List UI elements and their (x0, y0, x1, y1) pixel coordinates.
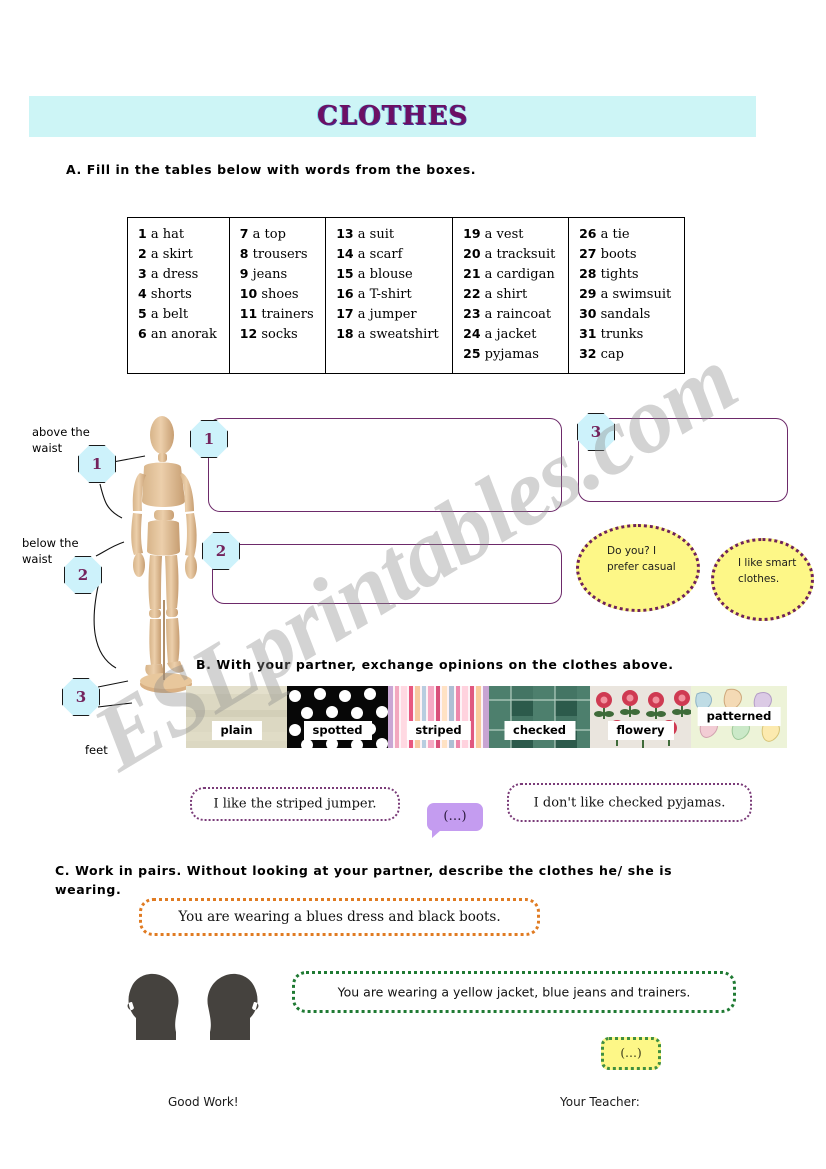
word-item: 23 a raincoat (463, 305, 552, 322)
fabric-pattern-strip: plain spotted striped checked flowery pa… (186, 686, 787, 748)
swatch-flowery: flowery (590, 686, 691, 748)
word-item: 28 tights (579, 265, 639, 282)
word-item: 21 a cardigan (463, 265, 555, 282)
answer-box-1[interactable] (208, 418, 562, 512)
speech-bubble-describe-green-text: You are wearing a yellow jacket, blue je… (337, 984, 691, 1000)
speech-bubble-describe-orange: You are wearing a blues dress and black … (139, 898, 540, 936)
swatch-label-plain: plain (211, 721, 262, 740)
opinion-bubble-smart-text: I like smart clothes. (738, 557, 797, 586)
swatch-label-patterned: patterned (697, 707, 781, 726)
badge-body-3-number: 3 (75, 688, 87, 706)
speech-bubble-dislike-checked: I don't like checked pyjamas. (507, 783, 752, 822)
page-title: CLOTHES (316, 101, 469, 131)
word-item: 10 shoes (239, 285, 299, 302)
word-item: 30 sandals (579, 305, 651, 322)
opinion-bubble-casual: Do you? I prefer casual (576, 524, 700, 612)
badge-body-2-number: 2 (77, 566, 89, 584)
opinion-bubble-casual-text: Do you? I prefer casual (607, 545, 676, 574)
word-item: 2 a skirt (138, 245, 193, 262)
word-item: 16 a T-shirt (336, 285, 412, 302)
word-item: 31 trunks (579, 325, 644, 342)
swatch-spotted: spotted (287, 686, 388, 748)
footer-good-work: Good Work! (168, 1095, 239, 1109)
speech-bubble-dislike-text: I don't like checked pyjamas. (533, 795, 726, 810)
table-column-1: 1 a hat 2 a skirt 3 a dress 4 shorts 5 a… (128, 218, 230, 374)
word-item: 11 trainers (239, 305, 314, 322)
word-item: 14 a scarf (336, 245, 403, 262)
word-item: 22 a shirt (463, 285, 528, 302)
word-item: 3 a dress (138, 265, 199, 282)
swatch-label-checked: checked (504, 721, 575, 740)
word-item: 17 a jumper (336, 305, 417, 322)
word-item: 32 cap (579, 345, 624, 362)
title-banner: CLOTHES (29, 96, 756, 137)
two-head-silhouettes-image (127, 973, 259, 1040)
badge-box-1-number: 1 (203, 430, 215, 448)
word-item: 7 a top (239, 226, 286, 242)
word-item: 15 a blouse (336, 265, 413, 282)
swatch-checked: checked (489, 686, 590, 748)
swatch-label-flowery: flowery (607, 721, 674, 740)
word-item: 12 socks (239, 325, 298, 342)
word-item: 18 a sweatshirt (336, 325, 439, 342)
opinion-bubble-smart: I like smart clothes. (711, 538, 814, 621)
badge-box-3: 3 (577, 413, 615, 451)
footer-your-teacher: Your Teacher: (560, 1095, 640, 1109)
word-item: 24 a jacket (463, 325, 537, 342)
table-column-5: 26 a tie 27 boots 28 tights 29 a swimsui… (568, 217, 685, 374)
badge-box-2: 2 (202, 532, 240, 570)
badge-box-1: 1 (190, 420, 228, 458)
swatch-striped: striped (388, 686, 489, 748)
label-feet: feet (85, 743, 108, 757)
instruction-a: A. Fill in the tables below with words f… (66, 162, 477, 177)
word-item: 19 a vest (463, 226, 524, 242)
word-item: 8 trousers (239, 245, 308, 262)
swatch-patterned: patterned (691, 686, 787, 748)
vocabulary-table: 1 a hat 2 a skirt 3 a dress 4 shorts 5 a… (127, 217, 685, 374)
word-item: 25 pyjamas (463, 345, 539, 362)
word-item: 20 a tracksuit (463, 245, 556, 262)
word-item: 29 a swimsuit (579, 285, 672, 302)
word-item: 13 a suit (336, 226, 395, 242)
swatch-label-spotted: spotted (303, 721, 372, 740)
swatch-label-striped: striped (406, 721, 471, 740)
speech-bubble-ellipsis-purple: (…) (427, 803, 483, 838)
badge-body-1: 1 (78, 445, 116, 483)
word-item: 9 jeans (239, 265, 288, 282)
word-item: 1 a hat (138, 226, 185, 242)
swatch-plain: plain (186, 686, 287, 748)
worksheet-page: CLOTHES A. Fill in the tables below with… (0, 0, 826, 1169)
speech-bubble-like-text: I like the striped jumper. (213, 796, 377, 812)
word-item: 27 boots (579, 245, 637, 262)
badge-body-2: 2 (64, 556, 102, 594)
speech-bubble-ellipsis-text: (…) (443, 809, 467, 824)
speech-bubble-ellipsis-yellow: (…) (601, 1037, 661, 1070)
instruction-c: C. Work in pairs. Without looking at you… (55, 863, 673, 898)
badge-box-3-number: 3 (590, 423, 602, 441)
word-item: 6 an anorak (138, 325, 217, 342)
speech-bubble-ellipsis-yellow-text: (…) (620, 1046, 642, 1060)
table-column-2: 7 a top 8 trousers 9 jeans 10 shoes 11 t… (228, 217, 326, 374)
instruction-b: B. With your partner, exchange opinions … (196, 657, 674, 672)
speech-bubble-like-striped: I like the striped jumper. (190, 787, 400, 821)
answer-box-2[interactable] (212, 544, 562, 604)
word-item: 26 a tie (579, 226, 630, 242)
badge-body-3: 3 (62, 678, 100, 716)
speech-bubble-describe-green: You are wearing a yellow jacket, blue je… (292, 971, 736, 1013)
table-column-4: 19 a vest 20 a tracksuit 21 a cardigan 2… (452, 217, 569, 374)
word-item: 5 a belt (138, 305, 189, 322)
table-column-3: 13 a suit 14 a scarf 15 a blouse 16 a T-… (325, 217, 453, 374)
badge-body-1-number: 1 (91, 455, 103, 473)
speech-bubble-describe-orange-text: You are wearing a blues dress and black … (178, 909, 501, 925)
word-item: 4 shorts (138, 285, 192, 302)
badge-box-2-number: 2 (215, 542, 227, 560)
